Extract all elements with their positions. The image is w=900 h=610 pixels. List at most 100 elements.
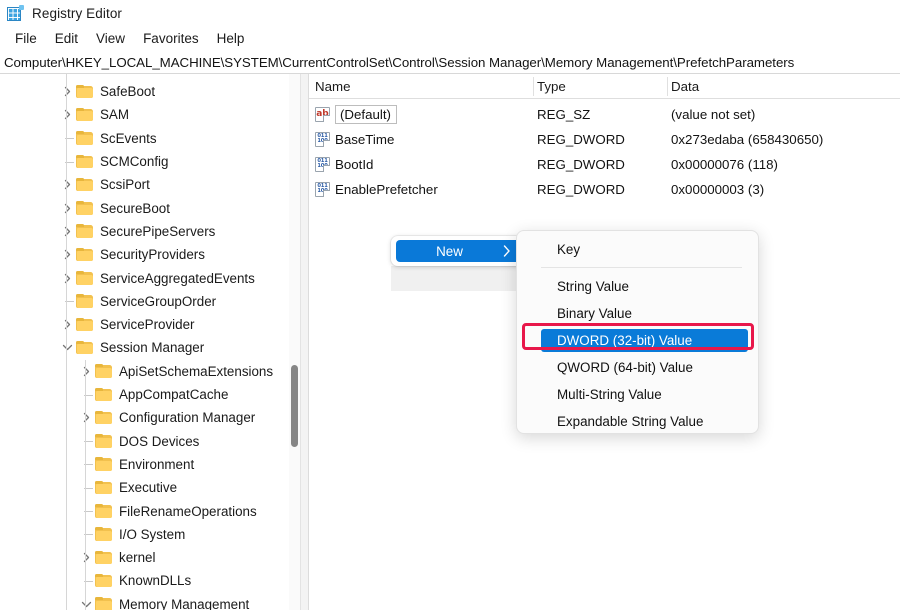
menu-view[interactable]: View <box>87 29 134 48</box>
tree-item-serviceprovider[interactable]: ServiceProvider <box>59 313 200 336</box>
window-title: Registry Editor <box>32 5 123 21</box>
title-bar: Registry Editor <box>0 0 900 26</box>
tree-indent-line <box>66 74 67 610</box>
submenu-item-key[interactable]: Key <box>517 236 758 263</box>
value-data: 0x00000076 (118) <box>671 157 778 172</box>
chevron-right-icon[interactable] <box>78 550 94 566</box>
tree-item-label: SCMConfig <box>100 154 169 170</box>
tree-item-scsiport[interactable]: ScsiPort <box>59 173 155 196</box>
table-row[interactable]: 011 100 BaseTime REG_DWORD 0x273edaba (65843… <box>309 127 900 152</box>
dword-value-icon: 011 100 <box>315 132 330 147</box>
tree-item-label: KnownDLLs <box>119 573 192 589</box>
menu-bar: File Edit View Favorites Help <box>0 26 900 51</box>
tree-item-label: ServiceAggregatedEvents <box>100 270 255 286</box>
folder-icon <box>76 84 94 99</box>
chevron-right-icon[interactable] <box>59 270 75 286</box>
submenu-item-expandable-string-value[interactable]: Expandable String Value <box>517 408 758 435</box>
chevron-right-icon[interactable] <box>78 363 94 379</box>
column-header-name[interactable]: Name <box>309 74 350 99</box>
folder-icon <box>76 271 94 285</box>
tree-item-label: Configuration Manager <box>119 410 256 426</box>
tree-connector <box>78 526 94 542</box>
table-row[interactable]: 011 100 BootId REG_DWORD 0x00000076 (118) <box>309 152 900 177</box>
folder-icon <box>95 504 113 518</box>
tree-scrollbar-thumb[interactable] <box>291 365 298 447</box>
tree-item-session-manager[interactable]: Session Manager <box>59 336 209 359</box>
tree-item-memory-management[interactable]: Memory Management <box>78 593 254 610</box>
tree-item-serviceaggregatedevents[interactable]: ServiceAggregatedEvents <box>59 266 260 289</box>
menu-help[interactable]: Help <box>208 29 254 48</box>
tree-item-label: ScEvents <box>100 130 157 146</box>
tree-item-knowndlls[interactable]: KnownDLLs <box>78 569 196 592</box>
column-divider[interactable] <box>533 77 534 96</box>
submenu-item-qword-64-bit-value[interactable]: QWORD (64-bit) Value <box>517 354 758 381</box>
tree-item-securityproviders[interactable]: SecurityProviders <box>59 243 210 266</box>
submenu-item-string-value[interactable]: String Value <box>517 273 758 300</box>
value-data: 0x00000003 (3) <box>671 182 765 197</box>
tree-item-label: SecurePipeServers <box>100 223 216 239</box>
table-row[interactable]: 011 100 EnablePrefetcher REG_DWORD 0x0000000… <box>309 177 900 202</box>
tree-item-appcompatcache[interactable]: AppCompatCache <box>78 383 233 406</box>
tree-connector <box>78 503 94 519</box>
context-menu-new-label: New <box>436 243 463 259</box>
folder-icon <box>76 247 94 262</box>
chevron-right-icon[interactable] <box>59 107 75 123</box>
tree-connector <box>59 293 75 309</box>
chevron-right-icon[interactable] <box>59 223 75 239</box>
address-bar[interactable]: Computer\HKEY_LOCAL_MACHINE\SYSTEM\Curre… <box>0 51 900 74</box>
tree-scrollbar[interactable] <box>289 74 300 610</box>
folder-icon <box>76 154 94 169</box>
table-row[interactable]: ab (Default) REG_SZ (value not set) <box>309 102 900 127</box>
registry-tree-pane[interactable]: SafeBoot SAM ScEvents SCMConfig ScsiPort Secu… <box>0 74 300 610</box>
tree-item-kernel[interactable]: kernel <box>78 546 160 569</box>
chevron-right-icon[interactable] <box>78 410 94 426</box>
submenu-item-multi-string-value[interactable]: Multi-String Value <box>517 381 758 408</box>
tree-item-apisetschemaextensions[interactable]: ApiSetSchemaExtensions <box>78 360 278 383</box>
column-header-data[interactable]: Data <box>665 74 699 99</box>
pane-splitter[interactable] <box>300 74 309 610</box>
tree-connector <box>78 387 94 403</box>
menu-favorites[interactable]: Favorites <box>134 29 208 48</box>
registry-path: Computer\HKEY_LOCAL_MACHINE\SYSTEM\Curre… <box>4 54 795 70</box>
chevron-right-icon[interactable] <box>59 317 75 333</box>
folder-icon <box>95 410 113 425</box>
tree-item-scmconfig[interactable]: SCMConfig <box>59 150 173 173</box>
context-menu-body <box>391 266 524 291</box>
folder-icon <box>95 597 113 610</box>
chevron-right-icon[interactable] <box>59 177 75 193</box>
tree-item-dos-devices[interactable]: DOS Devices <box>78 430 204 453</box>
tree-item-label: kernel <box>119 550 156 566</box>
tree-item-securepipeservers[interactable]: SecurePipeServers <box>59 220 220 243</box>
tree-item-configuration-manager[interactable]: Configuration Manager <box>78 406 260 429</box>
value-type: REG_DWORD <box>537 132 625 147</box>
value-name: BootId <box>335 157 374 172</box>
chevron-right-icon[interactable] <box>59 247 75 263</box>
tree-item-label: AppCompatCache <box>119 387 229 403</box>
submenu-separator <box>541 267 742 268</box>
string-value-icon: ab <box>315 107 330 122</box>
chevron-right-icon[interactable] <box>59 84 75 100</box>
context-menu-new-item[interactable]: New <box>396 240 520 262</box>
chevron-down-icon[interactable] <box>59 340 75 356</box>
submenu-item-binary-value[interactable]: Binary Value <box>517 300 758 327</box>
tree-item-filerenameoperations[interactable]: FileRenameOperations <box>78 499 262 522</box>
tree-item-environment[interactable]: Environment <box>78 453 199 476</box>
value-type: REG_DWORD <box>537 182 625 197</box>
tree-item-executive[interactable]: Executive <box>78 476 182 499</box>
tree-item-safeboot[interactable]: SafeBoot <box>59 80 160 103</box>
tree-item-servicegrouporder[interactable]: ServiceGroupOrder <box>59 290 221 313</box>
folder-icon <box>95 573 113 588</box>
column-divider[interactable] <box>667 77 668 96</box>
menu-edit[interactable]: Edit <box>46 29 87 48</box>
submenu-item-dword-32-bit-value[interactable]: DWORD (32-bit) Value <box>517 327 758 354</box>
menu-file[interactable]: File <box>6 29 46 48</box>
chevron-down-icon[interactable] <box>78 596 94 610</box>
tree-item-scevents[interactable]: ScEvents <box>59 127 162 150</box>
column-header-type[interactable]: Type <box>531 74 566 99</box>
chevron-right-icon[interactable] <box>59 200 75 216</box>
tree-item-secureboot[interactable]: SecureBoot <box>59 197 175 220</box>
tree-item-label: SAM <box>100 107 130 123</box>
tree-item-label: Executive <box>119 480 178 496</box>
tree-item-sam[interactable]: SAM <box>59 103 134 126</box>
tree-item-i-o-system[interactable]: I/O System <box>78 523 190 546</box>
